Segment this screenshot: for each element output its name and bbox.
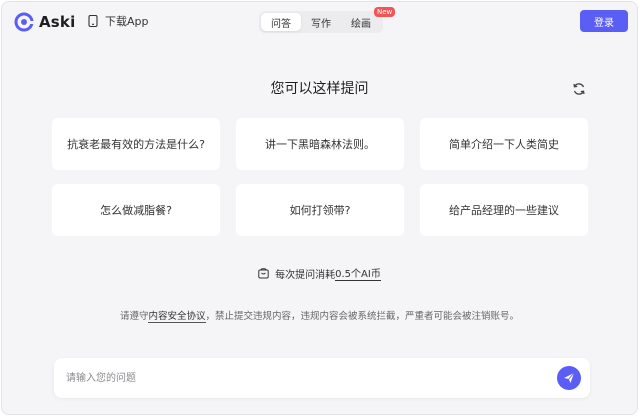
tab-qa[interactable]: 问答 bbox=[261, 13, 301, 31]
phone-icon bbox=[88, 14, 98, 27]
suggestion-card[interactable]: 讲一下黑暗森林法则。 bbox=[236, 118, 404, 170]
logo-mark-icon bbox=[14, 12, 34, 32]
suggestion-card[interactable]: 简单介绍一下人类简史 bbox=[420, 118, 588, 170]
mode-tabs: 问答 写作 绘画 bbox=[259, 11, 383, 33]
new-badge: New bbox=[374, 7, 396, 17]
download-app-link[interactable]: 下载App bbox=[88, 13, 149, 29]
logo[interactable]: Aski bbox=[14, 12, 75, 32]
cost-info: 每次提问消耗 0.5个AI币 bbox=[2, 265, 637, 281]
tab-writing[interactable]: 写作 bbox=[301, 13, 341, 31]
notice-before: 请遵守 bbox=[119, 311, 149, 322]
suggestion-card[interactable]: 怎么做减脂餐? bbox=[52, 184, 220, 236]
send-button[interactable] bbox=[557, 366, 581, 390]
cost-amount: 0.5个AI币 bbox=[335, 265, 381, 281]
cost-prefix: 每次提问消耗 bbox=[275, 269, 336, 281]
content-safety-link[interactable]: 内容安全协议 bbox=[148, 311, 206, 323]
suggestion-card[interactable]: 如何打领带? bbox=[236, 184, 404, 236]
download-label: 下载App bbox=[105, 15, 149, 28]
top-bar: Aski 下载App 问答 写作 绘画 New 登录 bbox=[2, 2, 637, 42]
wallet-icon bbox=[258, 267, 269, 278]
page-title: 您可以这样提问 bbox=[270, 81, 369, 97]
login-button[interactable]: 登录 bbox=[580, 10, 628, 32]
suggestion-card[interactable]: 给产品经理的一些建议 bbox=[420, 184, 588, 236]
send-icon bbox=[564, 372, 575, 383]
app-window: Aski 下载App 问答 写作 绘画 New 登录 您可以这样提问 抗衰老最有… bbox=[1, 1, 638, 415]
refresh-icon[interactable] bbox=[572, 82, 586, 96]
question-input[interactable] bbox=[66, 368, 546, 388]
question-composer bbox=[54, 358, 590, 398]
brand-name: Aski bbox=[39, 13, 76, 31]
suggestion-card[interactable]: 抗衰老最有效的方法是什么? bbox=[52, 118, 220, 170]
usage-notice: 请遵守内容安全协议，禁止提交违规内容，违规内容会被系统拦截，严重者可能会被注销账… bbox=[2, 308, 637, 323]
notice-after: ，禁止提交违规内容，违规内容会被系统拦截，严重者可能会被注销账号。 bbox=[205, 311, 520, 322]
